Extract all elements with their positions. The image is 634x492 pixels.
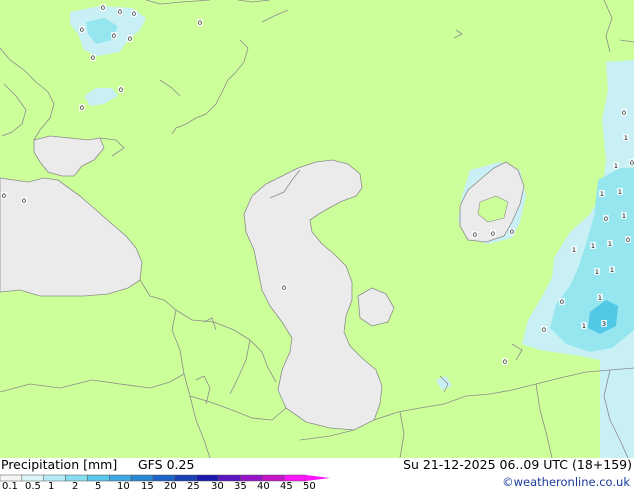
value-marker: 1	[624, 134, 628, 142]
scale-label: 15	[141, 481, 154, 492]
scale-label: 0.1	[2, 481, 18, 492]
value-marker: 0	[119, 86, 123, 94]
value-marker: 1	[622, 212, 626, 220]
value-marker: 1	[595, 268, 599, 276]
map-title: Precipitation [mm]	[1, 457, 118, 472]
value-marker: 0	[22, 197, 26, 205]
scale-label: 40	[257, 481, 270, 492]
value-marker: 0	[604, 215, 608, 223]
value-marker: 1	[610, 266, 614, 274]
value-marker: 0	[101, 4, 105, 12]
value-marker: 0	[503, 358, 507, 366]
value-marker: 0	[80, 26, 84, 34]
value-marker: 0	[510, 228, 514, 236]
value-marker: 0	[198, 19, 202, 27]
value-marker: 1	[582, 322, 586, 330]
scale-label: 45	[280, 481, 293, 492]
value-marker: 0	[491, 230, 495, 238]
value-marker: 0	[630, 159, 634, 167]
model-name: GFS 0.25	[138, 457, 195, 472]
value-marker: 1	[600, 190, 604, 198]
scale-label: 25	[187, 481, 200, 492]
value-marker: 0	[112, 32, 116, 40]
scale-label: 5	[95, 481, 102, 492]
value-marker: 0	[128, 35, 132, 43]
value-marker: 0	[560, 298, 564, 306]
value-marker: 0	[80, 104, 84, 112]
credit-link[interactable]: ©weatheronline.co.uk	[502, 475, 630, 489]
value-marker: 1	[614, 162, 618, 170]
precipitation-map: 0 0 0 0 0 0 0 0 0 0 0 0 0 0 0 0 0 0 1 1 …	[0, 0, 634, 458]
value-marker: 0	[542, 326, 546, 334]
scale-label: 0.5	[25, 481, 41, 492]
scale-label: 30	[211, 481, 224, 492]
value-marker: 0	[282, 284, 286, 292]
scale-label: 2	[72, 481, 79, 492]
scale-label: 10	[117, 481, 130, 492]
value-marker: 0	[91, 54, 95, 62]
value-marker: 0	[622, 109, 626, 117]
value-marker: 1	[572, 246, 576, 254]
value-marker: 0	[2, 192, 6, 200]
value-marker: 1	[618, 188, 622, 196]
value-marker: 0	[118, 8, 122, 16]
value-marker: 1	[608, 240, 612, 248]
scale-label: 20	[164, 481, 177, 492]
value-marker: 1	[598, 294, 602, 302]
value-marker: 0	[132, 10, 136, 18]
weather-map-frame: 0 0 0 0 0 0 0 0 0 0 0 0 0 0 0 0 0 0 1 1 …	[0, 0, 634, 492]
scale-label: 50	[303, 481, 316, 492]
map-footer: Precipitation [mm] GFS 0.25 Su 21-12-202…	[0, 457, 634, 492]
value-marker: 1	[591, 242, 595, 250]
scale-label: 35	[234, 481, 247, 492]
value-marker: 0	[473, 231, 477, 239]
value-marker: 0	[626, 236, 630, 244]
scale-label: 1	[48, 481, 55, 492]
value-marker: 3	[602, 320, 606, 328]
valid-time: Su 21-12-2025 06..09 UTC (18+159)	[403, 457, 632, 472]
scale-segment	[43, 474, 66, 482]
